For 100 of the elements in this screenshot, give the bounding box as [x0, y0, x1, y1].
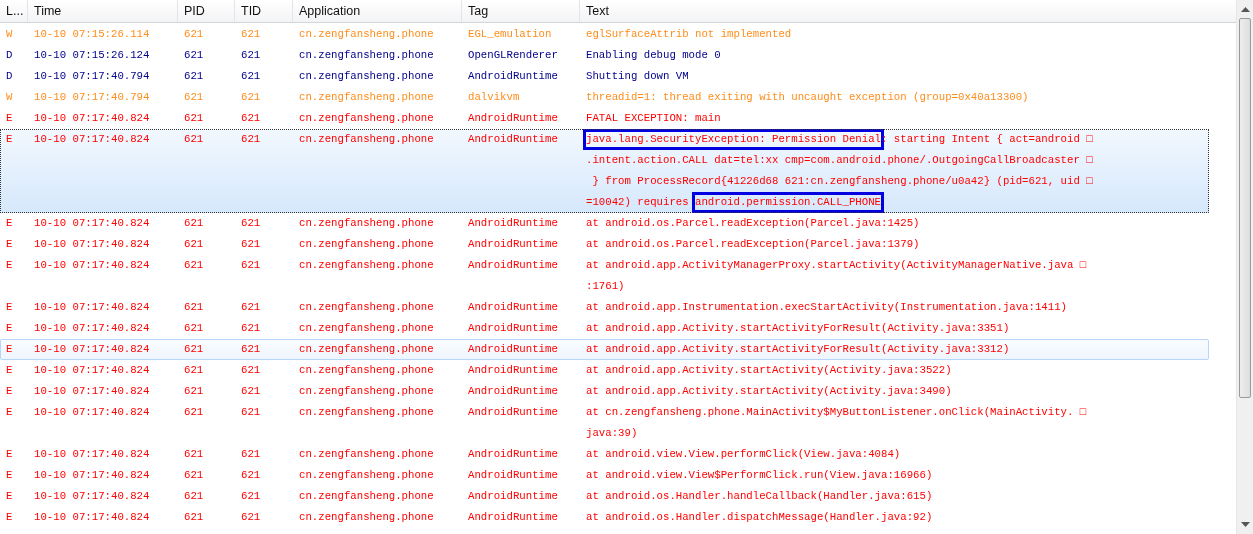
- application-cell-text: cn.zengfansheng.phone: [298, 363, 435, 378]
- message-text: FATAL EXCEPTION: main: [586, 111, 721, 126]
- time-cell-text: 10-10 07:17:40.824: [33, 258, 151, 273]
- tid-cell-text: 621: [240, 321, 262, 336]
- application-cell-text: cn.zengfansheng.phone: [298, 321, 435, 336]
- vertical-scrollbar[interactable]: [1236, 0, 1253, 534]
- log-row[interactable]: E 10-10 07:17:40.824 621 621 cn.zengfansheng.phone AndroidRuntime at android.view.View$PerformClick.run(View.java:16966): [0, 465, 1209, 486]
- application-cell-text: cn.zengfansheng.phone: [298, 90, 435, 105]
- log-row[interactable]: E 10-10 07:17:40.824 621 621 cn.zengfansheng.phone AndroidRuntime at android.app.Activity.startActivityForResult(Activity.java:3351): [0, 318, 1209, 339]
- pid-cell-text: 621: [183, 27, 205, 42]
- tid-cell-text: 621: [240, 27, 262, 42]
- log-row[interactable]: D 10-10 07:17:40.794 621 621 cn.zengfansheng.phone AndroidRuntime Shutting down VM: [0, 66, 1209, 87]
- tag-cell-text: EGL_emulation: [467, 27, 553, 42]
- log-row[interactable]: E 10-10 07:17:40.824 621 621 cn.zengfansheng.phone AndroidRuntime at android.app.Activity.startActivityForResult(Activity.java:3312): [0, 339, 1209, 360]
- tid-cell-text: 621: [240, 468, 262, 483]
- message-text: at android.os.Handler.handleCallback(Handler.java:615): [586, 489, 933, 504]
- tag-cell-text: OpenGLRenderer: [467, 48, 559, 63]
- tag-cell-text: AndroidRuntime: [467, 342, 559, 357]
- log-row[interactable]: E 10-10 07:17:40.824 621 621 cn.zengfansheng.phone AndroidRuntime at android.app.Activity.startActivity(Activity.java:3490): [0, 381, 1209, 402]
- log-row[interactable]: E 10-10 07:17:40.824 621 621 cn.zengfansheng.phone AndroidRuntime at android.app.Activity.startActivity(Activity.java:3522): [0, 360, 1209, 381]
- tid-cell-text: 621: [240, 510, 262, 525]
- message-text: at android.app.Instrumentation.execStartActivity(Instrumentation.java:1411): [586, 300, 1068, 315]
- scrollbar-thumb[interactable]: [1239, 18, 1251, 398]
- tag-cell-text: AndroidRuntime: [467, 510, 559, 525]
- log-row[interactable]: E 10-10 07:17:40.824 621 621 cn.zengfansheng.phone AndroidRuntime at android.os.Parcel.readException(Parcel.java:1379): [0, 234, 1209, 255]
- time-cell-text: 10-10 07:17:40.824: [33, 405, 151, 420]
- time-cell-text: 10-10 07:17:40.824: [33, 237, 151, 252]
- column-header[interactable]: TID: [235, 0, 293, 22]
- level-cell-text: E: [5, 363, 14, 378]
- application-cell-text: cn.zengfansheng.phone: [298, 258, 435, 273]
- tag-cell-text: AndroidRuntime: [467, 468, 559, 483]
- tid-cell-text: 621: [240, 90, 262, 105]
- log-row[interactable]: D 10-10 07:15:26.124 621 621 cn.zengfansheng.phone OpenGLRenderer Enabling debug mode 0: [0, 45, 1209, 66]
- tid-cell-text: 621: [240, 132, 262, 147]
- level-cell-text: W: [5, 27, 14, 42]
- tid-cell-text: 621: [240, 300, 262, 315]
- log-row[interactable]: E 10-10 07:17:40.824 621 621 cn.zengfansheng.phone AndroidRuntime at android.os.Parcel.readException(Parcel.java:1425): [0, 213, 1209, 234]
- tid-cell-text: 621: [240, 237, 262, 252]
- highlight-box: android.permission.CALL_PHONE: [695, 195, 882, 210]
- tid-cell-text: 621: [240, 405, 262, 420]
- log-row[interactable]: E 10-10 07:17:40.824 621 621 cn.zengfansheng.phone AndroidRuntime at cn.zengfansheng.phone.MainActivity$MyButtonListener.onClick(MainActivity. □ java:39): [0, 402, 1209, 444]
- application-cell-text: cn.zengfansheng.phone: [298, 510, 435, 525]
- log-row[interactable]: E 10-10 07:17:40.824 621 621 cn.zengfansheng.phone AndroidRuntime at android.app.ActivityManagerProxy.startActivity(ActivityManagerNative.java □ :1761): [0, 255, 1209, 297]
- log-row[interactable]: W 10-10 07:17:40.794 621 621 cn.zengfansheng.phone dalvikvm threadid=1: thread exiting with uncaught exception (group=0x40a13300): [0, 87, 1209, 108]
- log-row[interactable]: E 10-10 07:17:40.824 621 621 cn.zengfansheng.phone AndroidRuntime FATAL EXCEPTION: main: [0, 108, 1209, 129]
- application-cell-text: cn.zengfansheng.phone: [298, 216, 435, 231]
- application-cell-text: cn.zengfansheng.phone: [298, 342, 435, 357]
- message-text: : starting Intent { act=android □: [881, 132, 1093, 147]
- tag-cell-text: dalvikvm: [467, 90, 521, 105]
- log-row[interactable]: E 10-10 07:17:40.824 621 621 cn.zengfansheng.phone AndroidRuntime at android.view.View.performClick(View.java:4084): [0, 444, 1209, 465]
- tag-cell-text: AndroidRuntime: [467, 300, 559, 315]
- log-row[interactable]: W 10-10 07:15:26.114 621 621 cn.zengfansheng.phone EGL_emulation eglSurfaceAttrib not implemented: [0, 24, 1209, 45]
- column-header[interactable]: PID: [178, 0, 235, 22]
- message-text: at android.view.View$PerformClick.run(View.java:16966): [586, 468, 933, 483]
- tag-cell-text: AndroidRuntime: [467, 363, 559, 378]
- pid-cell-text: 621: [183, 258, 205, 273]
- level-cell-text: E: [5, 258, 14, 273]
- pid-cell-text: 621: [183, 510, 205, 525]
- column-header[interactable]: Tag: [462, 0, 580, 22]
- message-text: java:39): [586, 426, 638, 441]
- time-cell-text: 10-10 07:17:40.794: [33, 90, 151, 105]
- application-cell-text: cn.zengfansheng.phone: [298, 69, 435, 84]
- time-cell-text: 10-10 07:17:40.824: [33, 111, 151, 126]
- column-header[interactable]: L...: [0, 0, 28, 22]
- log-row[interactable]: E 10-10 07:17:40.824 621 621 cn.zengfansheng.phone AndroidRuntime at android.os.Handler.handleCallback(Handler.java:615): [0, 486, 1209, 507]
- application-cell-text: cn.zengfansheng.phone: [298, 405, 435, 420]
- up-arrow-icon[interactable]: [1240, 6, 1250, 12]
- down-arrow-icon[interactable]: [1240, 522, 1250, 528]
- tag-cell-text: AndroidRuntime: [467, 447, 559, 462]
- column-header[interactable]: Time: [28, 0, 178, 22]
- log-row[interactable]: E 10-10 07:17:40.824 621 621 cn.zengfansheng.phone AndroidRuntime at android.app.Instrumentation.execStartActivity(Instrumentation.java:1411): [0, 297, 1209, 318]
- level-cell-text: E: [5, 132, 14, 147]
- level-cell-text: E: [5, 321, 14, 336]
- application-cell-text: cn.zengfansheng.phone: [298, 27, 435, 42]
- application-cell-text: cn.zengfansheng.phone: [298, 300, 435, 315]
- pid-cell-text: 621: [183, 447, 205, 462]
- tid-cell-text: 621: [240, 489, 262, 504]
- application-cell-text: cn.zengfansheng.phone: [298, 489, 435, 504]
- tag-cell-text: AndroidRuntime: [467, 384, 559, 399]
- time-cell-text: 10-10 07:17:40.824: [33, 468, 151, 483]
- log-row[interactable]: E 10-10 07:17:40.824 621 621 cn.zengfansheng.phone AndroidRuntime at android.os.Handler.dispatchMessage(Handler.java:92): [0, 507, 1209, 528]
- message-text: at android.app.Activity.startActivityForResult(Activity.java:3312): [586, 342, 1010, 357]
- level-cell-text: E: [5, 384, 14, 399]
- pid-cell-text: 621: [183, 363, 205, 378]
- pid-cell-text: 621: [183, 405, 205, 420]
- tid-cell-text: 621: [240, 69, 262, 84]
- tid-cell-text: 621: [240, 111, 262, 126]
- message-text: threadid=1: thread exiting with uncaught exception (group=0x40a13300): [586, 90, 1029, 105]
- message-text: at android.app.Activity.startActivityForResult(Activity.java:3351): [586, 321, 1010, 336]
- log-row[interactable]: [0, 129, 1209, 213]
- tag-cell-text: AndroidRuntime: [467, 111, 559, 126]
- time-cell-text: 10-10 07:17:40.824: [33, 342, 151, 357]
- pid-cell-text: 621: [183, 90, 205, 105]
- column-header[interactable]: Application: [293, 0, 462, 22]
- tag-cell-text: AndroidRuntime: [467, 321, 559, 336]
- tag-cell-text: AndroidRuntime: [467, 405, 559, 420]
- message-text: at android.os.Handler.dispatchMessage(Handler.java:92): [586, 510, 933, 525]
- tid-cell-text: 621: [240, 363, 262, 378]
- level-cell-text: E: [5, 237, 14, 252]
- message-text: =10042) requires: [586, 195, 690, 210]
